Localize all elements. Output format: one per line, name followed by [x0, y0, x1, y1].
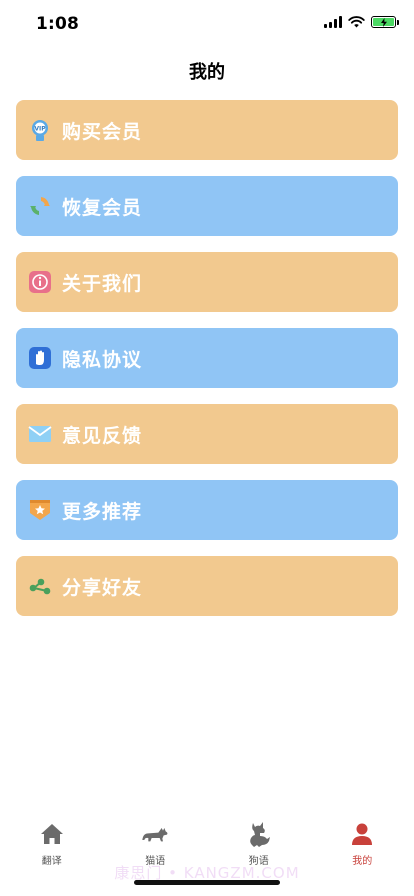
page-title: 我的 — [189, 62, 225, 83]
mail-icon — [28, 422, 52, 446]
menu-item-buy-membership[interactable]: VIP 购买会员 — [16, 100, 398, 160]
menu-item-label: 意见反馈 — [62, 424, 143, 447]
settings-menu: VIP 购买会员 恢复会员 关于我们 隐私协议 意见反馈 更多推荐 分享好友 — [16, 100, 398, 632]
menu-item-label: 隐私协议 — [62, 348, 143, 371]
menu-item-about-us[interactable]: 关于我们 — [16, 252, 398, 312]
profile-icon — [348, 820, 376, 848]
share-icon — [28, 574, 52, 598]
info-icon — [28, 270, 52, 294]
menu-item-feedback[interactable]: 意见反馈 — [16, 404, 398, 464]
status-icons — [324, 16, 399, 28]
menu-item-share-friends[interactable]: 分享好友 — [16, 556, 398, 616]
wifi-icon — [348, 16, 365, 28]
home-icon — [38, 820, 66, 848]
menu-item-label: 购买会员 — [62, 120, 143, 143]
restore-icon — [28, 194, 52, 218]
status-bar: 1:08 — [0, 0, 414, 48]
vip-badge-icon: VIP — [28, 118, 52, 142]
tab-profile[interactable]: 我的 — [311, 812, 414, 896]
svg-text:VIP: VIP — [34, 126, 46, 133]
menu-item-label: 关于我们 — [62, 272, 143, 295]
cellular-signal-icon — [324, 16, 342, 28]
menu-item-label: 恢复会员 — [62, 196, 143, 219]
battery-icon — [371, 16, 399, 28]
status-time: 1:08 — [36, 14, 80, 34]
hand-icon — [28, 346, 52, 370]
menu-item-restore-membership[interactable]: 恢复会员 — [16, 176, 398, 236]
tab-translate[interactable]: 翻译 — [0, 812, 104, 896]
dog-icon — [245, 820, 273, 848]
menu-item-privacy-policy[interactable]: 隐私协议 — [16, 328, 398, 388]
home-indicator — [134, 880, 280, 885]
menu-item-label: 分享好友 — [62, 576, 143, 599]
menu-item-label: 更多推荐 — [62, 500, 143, 523]
star-shield-icon — [28, 498, 52, 522]
menu-item-more-recommendations[interactable]: 更多推荐 — [16, 480, 398, 540]
cat-icon — [141, 820, 169, 848]
